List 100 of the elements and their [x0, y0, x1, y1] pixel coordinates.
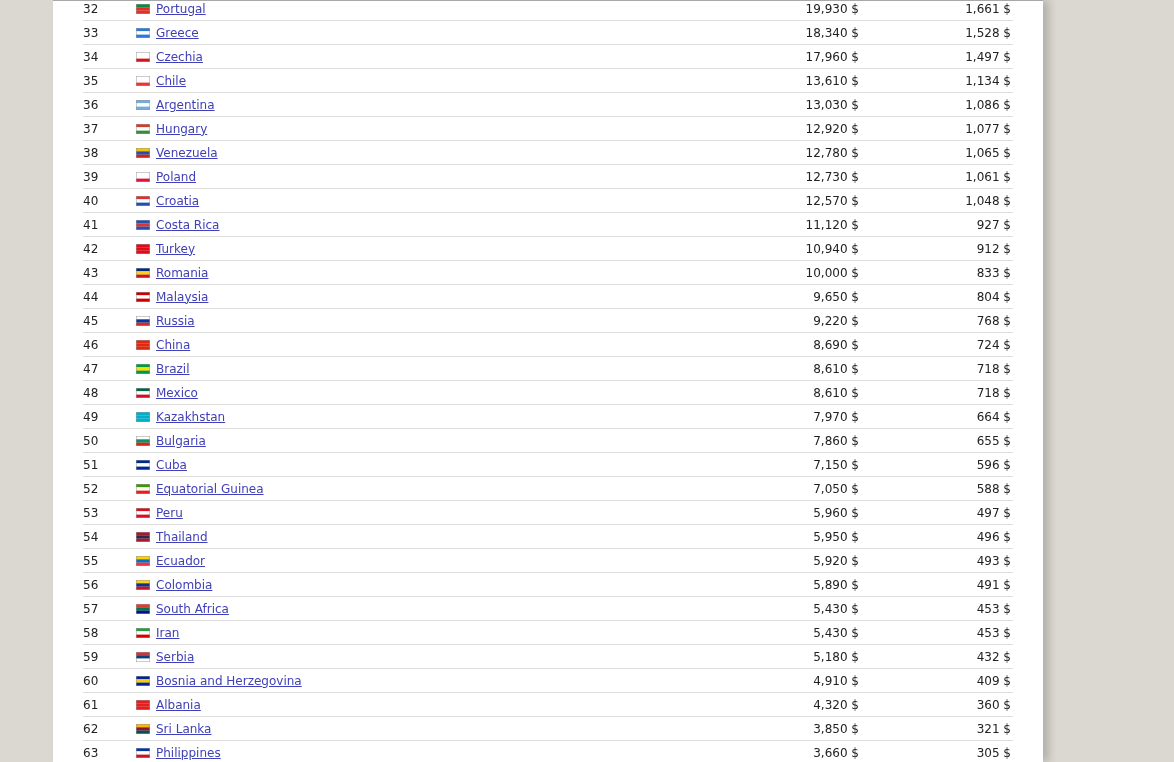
flag-icon — [136, 123, 150, 134]
annual-salary-cell-text: 5,430 $ — [812, 601, 860, 616]
flag-icon — [136, 579, 150, 590]
country-link[interactable]: Peru — [156, 505, 183, 520]
annual-salary-cell-text: 17,960 $ — [804, 49, 860, 64]
flag-icon — [136, 75, 150, 86]
rank-cell-text: 60 — [83, 673, 100, 688]
country-link[interactable]: Albania — [156, 697, 201, 712]
country-link[interactable]: Hungary — [156, 121, 208, 136]
flag-icon — [136, 483, 150, 494]
country-link[interactable]: Greece — [156, 25, 199, 40]
flag-icon — [136, 435, 150, 446]
monthly-salary-cell-text: 305 $ — [975, 745, 1012, 760]
country-link[interactable]: Serbia — [156, 649, 195, 664]
country-link[interactable]: Chile — [156, 73, 187, 88]
country-link[interactable]: Bosnia and Herzegovina — [156, 673, 302, 688]
flag-icon — [136, 675, 150, 686]
rank-cell-text: 41 — [83, 217, 100, 232]
flag-icon — [136, 627, 150, 638]
annual-salary-cell-text: 13,030 $ — [804, 97, 860, 112]
monthly-salary-cell-text: 768 $ — [975, 313, 1012, 328]
country-link[interactable]: Sri Lanka — [156, 721, 212, 736]
country-link[interactable]: Russia — [156, 313, 195, 328]
monthly-salary-cell-text: 718 $ — [975, 385, 1012, 400]
rank-cell-text: 58 — [83, 625, 100, 640]
rank-cell-text: 48 — [83, 385, 100, 400]
country-link[interactable]: Argentina — [156, 97, 215, 112]
flag-icon — [136, 651, 150, 662]
rank-cell-text: 50 — [83, 433, 100, 448]
annual-salary-cell-text: 11,120 $ — [804, 217, 860, 232]
rank-cell-text: 37 — [83, 121, 100, 136]
country-link[interactable]: Czechia — [156, 49, 203, 64]
annual-salary-cell-text: 5,180 $ — [812, 649, 860, 664]
annual-salary-cell-text: 12,780 $ — [804, 145, 860, 160]
country-link[interactable]: Malaysia — [156, 289, 209, 304]
rank-cell-text: 51 — [83, 457, 100, 472]
country-link[interactable]: Thailand — [156, 529, 208, 544]
country-link[interactable]: Equatorial Guinea — [156, 481, 264, 496]
country-link[interactable]: Brazil — [156, 361, 190, 376]
annual-salary-cell-text: 10,940 $ — [804, 241, 860, 256]
country-link[interactable]: South Africa — [156, 601, 229, 616]
monthly-salary-cell-text: 596 $ — [975, 457, 1012, 472]
country-link[interactable]: Croatia — [156, 193, 200, 208]
country-link[interactable]: Iran — [156, 625, 180, 640]
rank-cell-text: 57 — [83, 601, 100, 616]
monthly-salary-cell-text: 1,065 $ — [964, 145, 1012, 160]
flag-icon — [136, 219, 150, 230]
country-link[interactable]: Portugal — [156, 1, 206, 16]
monthly-salary-cell-text: 453 $ — [975, 601, 1012, 616]
flag-icon — [136, 699, 150, 710]
rank-cell-text: 43 — [83, 265, 100, 280]
annual-salary-cell-text: 9,220 $ — [812, 313, 860, 328]
country-link[interactable]: Bulgaria — [156, 433, 206, 448]
rank-cell-text: 42 — [83, 241, 100, 256]
monthly-salary-cell-text: 912 $ — [975, 241, 1012, 256]
monthly-salary-cell-text: 1,497 $ — [964, 49, 1012, 64]
annual-salary-cell-text: 7,050 $ — [812, 481, 860, 496]
country-link[interactable]: Romania — [156, 265, 209, 280]
flag-icon — [136, 723, 150, 734]
flag-icon — [136, 387, 150, 398]
country-link[interactable]: Venezuela — [156, 145, 218, 160]
monthly-salary-cell-text: 432 $ — [975, 649, 1012, 664]
rank-cell-text: 49 — [83, 409, 100, 424]
country-link[interactable]: Turkey — [156, 241, 196, 256]
flag-icon — [136, 507, 150, 518]
annual-salary-cell-text: 13,610 $ — [804, 73, 860, 88]
flag-icon — [136, 291, 150, 302]
annual-salary-cell-text: 7,860 $ — [812, 433, 860, 448]
country-link[interactable]: Cuba — [156, 457, 187, 472]
country-link[interactable]: Philippines — [156, 745, 221, 760]
flag-icon — [136, 267, 150, 278]
flag-icon — [136, 603, 150, 614]
country-link[interactable]: Mexico — [156, 385, 198, 400]
flag-icon — [136, 339, 150, 350]
country-link[interactable]: Colombia — [156, 577, 213, 592]
monthly-salary-cell-text: 718 $ — [975, 361, 1012, 376]
monthly-salary-cell-text: 1,134 $ — [964, 73, 1012, 88]
flag-icon — [136, 315, 150, 326]
monthly-salary-cell-text: 1,528 $ — [964, 25, 1012, 40]
rank-cell-text: 56 — [83, 577, 100, 592]
annual-salary-cell-text: 5,890 $ — [812, 577, 860, 592]
monthly-salary-cell-text: 1,077 $ — [964, 121, 1012, 136]
country-link[interactable]: Poland — [156, 169, 197, 184]
rank-cell-text: 36 — [83, 97, 100, 112]
flag-icon — [136, 411, 150, 422]
annual-salary-cell-text: 4,320 $ — [812, 697, 860, 712]
country-link[interactable]: Costa Rica — [156, 217, 220, 232]
flag-icon — [136, 51, 150, 62]
flag-icon — [136, 531, 150, 542]
monthly-salary-cell-text: 833 $ — [975, 265, 1012, 280]
monthly-salary-cell-text: 491 $ — [975, 577, 1012, 592]
flag-icon — [136, 195, 150, 206]
monthly-salary-cell-text: 927 $ — [975, 217, 1012, 232]
country-link[interactable]: China — [156, 337, 191, 352]
monthly-salary-cell-text: 360 $ — [975, 697, 1012, 712]
monthly-salary-cell-text: 1,061 $ — [964, 169, 1012, 184]
monthly-salary-cell-text: 453 $ — [975, 625, 1012, 640]
flag-icon — [136, 147, 150, 158]
country-link[interactable]: Ecuador — [156, 553, 206, 568]
country-link[interactable]: Kazakhstan — [156, 409, 226, 424]
